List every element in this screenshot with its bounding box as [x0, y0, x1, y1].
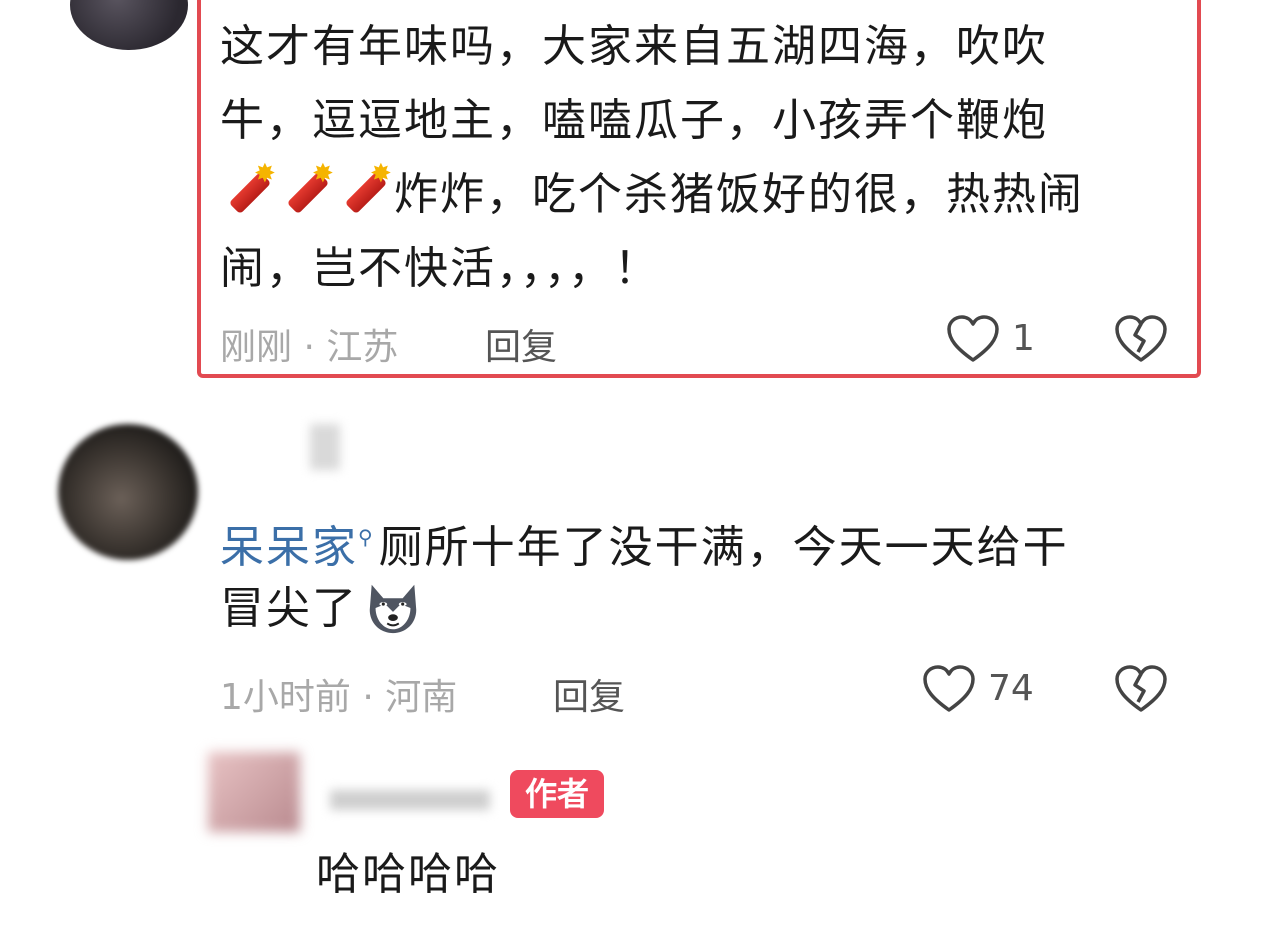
comment-text-line: ✸ ✸ ✸ 炸炸，吃个杀猪饭好的很，热热闹: [220, 158, 1084, 232]
reply-button[interactable]: 回复: [553, 668, 625, 720]
comment-text-line: 闹，岂不快活，，，，！: [220, 243, 660, 294]
avatar[interactable]: [208, 752, 300, 832]
broken-heart-icon[interactable]: [1114, 664, 1168, 714]
username-redacted[interactable]: [330, 790, 490, 810]
comment-meta: 1小时前 · 河南: [220, 677, 458, 718]
comment-text-line: 这才有年味吗，大家来自五湖四海，吹吹: [220, 21, 1048, 72]
firecracker-icon: ✸: [336, 161, 394, 219]
reply-text: 哈哈哈哈: [316, 849, 500, 900]
comment-text-segment: 炸炸，吃个杀猪饭好的很，热热闹: [394, 169, 1084, 220]
like-count: 1: [1012, 318, 1035, 359]
comment-text-segment: 冒尖了: [220, 583, 358, 634]
firecracker-icon: ✸: [220, 161, 278, 219]
reply-button[interactable]: 回复: [485, 318, 557, 370]
comment-text-segment: 厕所十年了没干满，今天一天给干: [378, 522, 1069, 573]
comment-meta: 刚刚 · 江苏: [220, 327, 399, 368]
comment-thread: 这才有年味吗，大家来自五湖四海，吹吹 牛，逗逗地主，嗑嗑瓜子，小孩弄个鞭炮 ✸ ✸…: [0, 0, 1284, 929]
avatar[interactable]: [70, 0, 188, 50]
heart-icon[interactable]: [922, 664, 976, 714]
comment-text-line: 冒尖了: [220, 572, 424, 646]
username-redacted[interactable]: [310, 424, 340, 470]
heart-icon[interactable]: [946, 314, 1000, 364]
comment-text-line: 牛，逗逗地主，嗑嗑瓜子，小孩弄个鞭炮: [220, 95, 1048, 146]
husky-icon: [369, 584, 417, 634]
like-count: 74: [988, 668, 1034, 709]
firecracker-icon: ✸: [278, 161, 336, 219]
search-icon[interactable]: ⚲: [358, 500, 375, 574]
author-badge: 作者: [510, 770, 604, 818]
broken-heart-icon[interactable]: [1114, 314, 1168, 364]
avatar[interactable]: [58, 424, 198, 560]
search-keyword-link[interactable]: 呆呆家: [220, 522, 358, 573]
